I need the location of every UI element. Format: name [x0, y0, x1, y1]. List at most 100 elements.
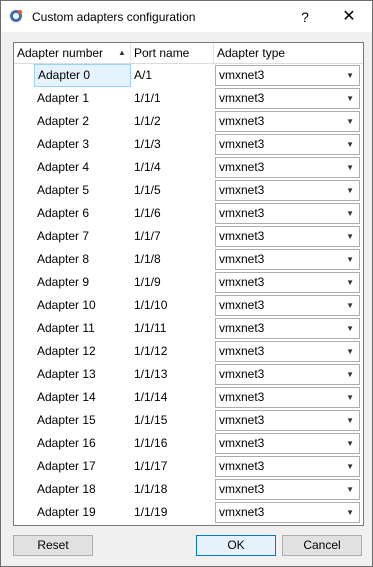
adapter-type-select[interactable]: vmxnet3 ▼: [215, 341, 360, 362]
adapter-type-value: vmxnet3: [219, 160, 265, 174]
adapter-number-cell[interactable]: Adapter 18: [37, 478, 96, 501]
adapter-type-value: vmxnet3: [219, 229, 265, 243]
port-name-cell: 1/1/10: [134, 298, 168, 312]
chevron-down-icon: ▼: [346, 140, 354, 149]
table-row[interactable]: Adapter 3 1/1/3 vmxnet3 ▼: [14, 133, 363, 156]
port-name-cell: 1/1/4: [134, 160, 161, 174]
adapter-number-cell[interactable]: Adapter 6: [37, 202, 89, 225]
adapter-type-select[interactable]: vmxnet3 ▼: [215, 410, 360, 431]
adapter-number-cell[interactable]: Adapter 9: [37, 271, 89, 294]
adapter-type-select[interactable]: vmxnet3 ▼: [215, 318, 360, 339]
adapter-type-value: vmxnet3: [219, 137, 265, 151]
port-name-cell: 1/1/2: [134, 114, 161, 128]
adapter-type-select[interactable]: vmxnet3 ▼: [215, 88, 360, 109]
adapter-type-select[interactable]: vmxnet3 ▼: [215, 226, 360, 247]
column-header-port-name[interactable]: Port name: [131, 43, 214, 63]
adapter-type-select[interactable]: vmxnet3 ▼: [215, 456, 360, 477]
adapter-number-cell[interactable]: Adapter 19: [37, 501, 96, 524]
chevron-down-icon: ▼: [346, 94, 354, 103]
ok-button[interactable]: OK: [196, 535, 276, 556]
adapter-number-cell[interactable]: Adapter 11: [37, 317, 95, 340]
adapter-type-select[interactable]: vmxnet3 ▼: [215, 502, 360, 523]
table-row[interactable]: Adapter 10 1/1/10 vmxnet3 ▼: [14, 294, 363, 317]
chevron-down-icon: ▼: [346, 324, 354, 333]
adapter-type-select[interactable]: vmxnet3 ▼: [215, 180, 360, 201]
table-row[interactable]: Adapter 13 1/1/13 vmxnet3 ▼: [14, 363, 363, 386]
table-row[interactable]: Adapter 12 1/1/12 vmxnet3 ▼: [14, 340, 363, 363]
adapter-number-cell[interactable]: Adapter 12: [37, 340, 96, 363]
adapter-type-value: vmxnet3: [219, 91, 265, 105]
table-row[interactable]: Adapter 17 1/1/17 vmxnet3 ▼: [14, 455, 363, 478]
table-row[interactable]: Adapter 2 1/1/2 vmxnet3 ▼: [14, 110, 363, 133]
adapter-type-select[interactable]: vmxnet3 ▼: [215, 65, 360, 86]
adapter-type-value: vmxnet3: [219, 344, 265, 358]
cancel-button[interactable]: Cancel: [282, 535, 362, 556]
adapter-type-select[interactable]: vmxnet3 ▼: [215, 364, 360, 385]
adapter-type-value: vmxnet3: [219, 367, 265, 381]
adapter-number-cell[interactable]: Adapter 1: [37, 87, 89, 110]
adapter-number-cell[interactable]: Adapter 7: [37, 225, 89, 248]
adapter-number-cell[interactable]: Adapter 3: [37, 133, 89, 156]
table-row[interactable]: Adapter 16 1/1/16 vmxnet3 ▼: [14, 432, 363, 455]
table-row[interactable]: Adapter 19 1/1/19 vmxnet3 ▼: [14, 501, 363, 524]
adapter-number-cell[interactable]: Adapter 0: [34, 64, 131, 87]
port-name-cell: 1/1/7: [134, 229, 161, 243]
adapter-type-select[interactable]: vmxnet3 ▼: [215, 157, 360, 178]
column-header-adapter-number[interactable]: Adapter number ▲: [14, 43, 131, 63]
adapter-number-cell[interactable]: Adapter 5: [37, 179, 89, 202]
table-row[interactable]: Adapter 15 1/1/15 vmxnet3 ▼: [14, 409, 363, 432]
chevron-down-icon: ▼: [346, 232, 354, 241]
adapter-number-cell[interactable]: Adapter 17: [37, 455, 96, 478]
adapter-type-select[interactable]: vmxnet3 ▼: [215, 387, 360, 408]
adapter-number-cell[interactable]: Adapter 4: [37, 156, 89, 179]
adapter-type-select[interactable]: vmxnet3 ▼: [215, 272, 360, 293]
table-row[interactable]: Adapter 9 1/1/9 vmxnet3 ▼: [14, 271, 363, 294]
adapter-number-cell[interactable]: Adapter 16: [37, 432, 96, 455]
adapter-number-cell[interactable]: Adapter 15: [37, 409, 96, 432]
table-row[interactable]: Adapter 11 1/1/11 vmxnet3 ▼: [14, 317, 363, 340]
adapter-type-select[interactable]: vmxnet3 ▼: [215, 203, 360, 224]
table-row[interactable]: Adapter 0 A/1 vmxnet3 ▼: [14, 64, 363, 87]
adapter-type-select[interactable]: vmxnet3 ▼: [215, 479, 360, 500]
table-row[interactable]: Adapter 14 1/1/14 vmxnet3 ▼: [14, 386, 363, 409]
port-name-cell: 1/1/19: [134, 505, 168, 519]
adapter-type-select[interactable]: vmxnet3 ▼: [215, 111, 360, 132]
adapter-type-value: vmxnet3: [219, 321, 265, 335]
adapter-number-cell[interactable]: Adapter 8: [37, 248, 89, 271]
column-header-adapter-type[interactable]: Adapter type: [214, 43, 363, 63]
adapter-number-cell[interactable]: Adapter 13: [37, 363, 96, 386]
table-row[interactable]: Adapter 18 1/1/18 vmxnet3 ▼: [14, 478, 363, 501]
sort-ascending-icon: ▲: [118, 48, 126, 57]
port-name-cell: 1/1/3: [134, 137, 161, 151]
table-row[interactable]: Adapter 1 1/1/1 vmxnet3 ▼: [14, 87, 363, 110]
chevron-down-icon: ▼: [346, 255, 354, 264]
chevron-down-icon: ▼: [346, 370, 354, 379]
table-row[interactable]: Adapter 5 1/1/5 vmxnet3 ▼: [14, 179, 363, 202]
window-title: Custom adapters configuration: [32, 10, 196, 24]
chevron-down-icon: ▼: [346, 71, 354, 80]
table-body: Adapter 0 A/1 vmxnet3 ▼ Adapter 1 1/1/1 vmxnet…: [14, 64, 363, 524]
port-name-cell: 1/1/13: [134, 367, 168, 381]
adapter-type-select[interactable]: vmxnet3 ▼: [215, 134, 360, 155]
adapter-number-cell[interactable]: Adapter 10: [37, 294, 96, 317]
table-row[interactable]: Adapter 8 1/1/8 vmxnet3 ▼: [14, 248, 363, 271]
adapter-type-value: vmxnet3: [219, 68, 265, 82]
chevron-down-icon: ▼: [346, 163, 354, 172]
chevron-down-icon: ▼: [346, 301, 354, 310]
port-name-cell: 1/1/8: [134, 252, 161, 266]
adapter-type-select[interactable]: vmxnet3 ▼: [215, 295, 360, 316]
close-button[interactable]: ✕: [335, 5, 363, 29]
adapter-type-value: vmxnet3: [219, 459, 265, 473]
adapter-number-cell[interactable]: Adapter 2: [37, 110, 89, 133]
adapter-type-select[interactable]: vmxnet3 ▼: [215, 433, 360, 454]
adapter-type-value: vmxnet3: [219, 436, 265, 450]
table-row[interactable]: Adapter 7 1/1/7 vmxnet3 ▼: [14, 225, 363, 248]
port-name-cell: 1/1/1: [134, 91, 161, 105]
help-button[interactable]: ?: [291, 5, 319, 29]
table-row[interactable]: Adapter 4 1/1/4 vmxnet3 ▼: [14, 156, 363, 179]
reset-button[interactable]: Reset: [13, 535, 93, 556]
table-row[interactable]: Adapter 6 1/1/6 vmxnet3 ▼: [14, 202, 363, 225]
adapter-type-value: vmxnet3: [219, 206, 265, 220]
adapter-type-select[interactable]: vmxnet3 ▼: [215, 249, 360, 270]
adapter-number-cell[interactable]: Adapter 14: [37, 386, 96, 409]
